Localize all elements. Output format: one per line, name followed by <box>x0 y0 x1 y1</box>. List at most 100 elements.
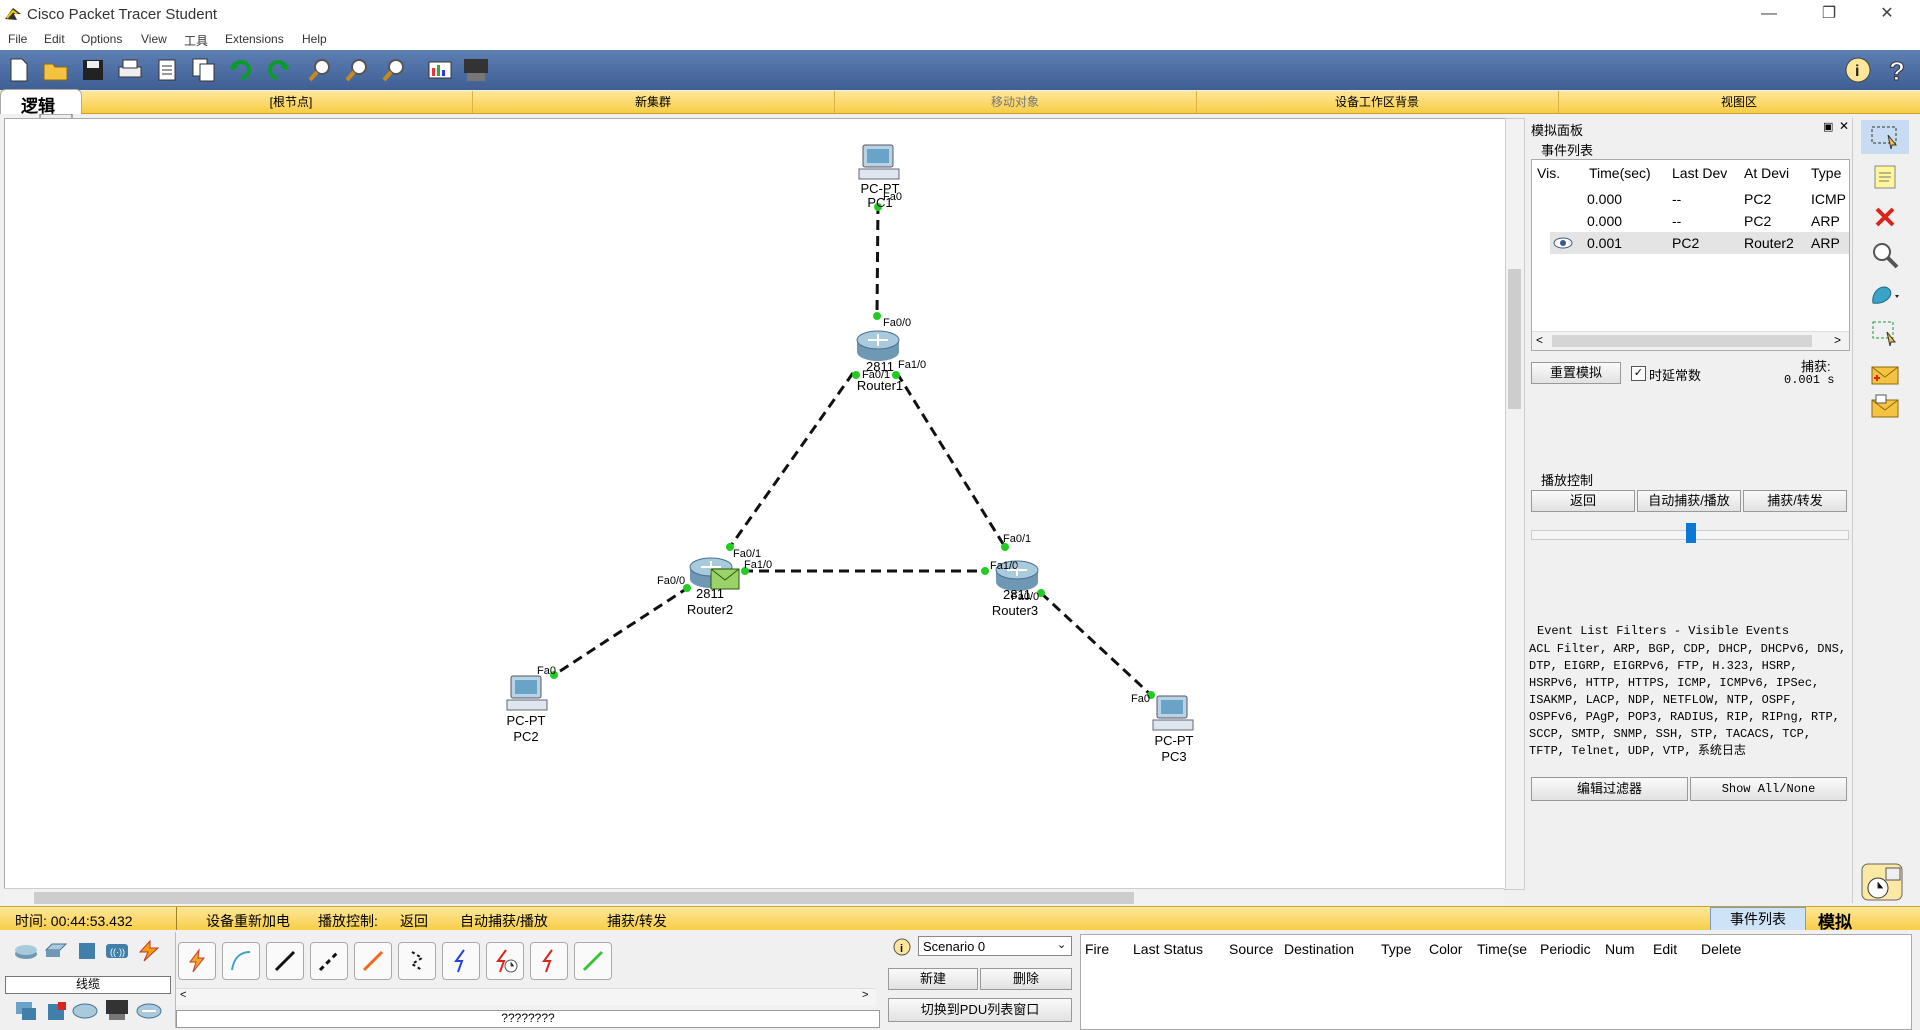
status-back-button[interactable]: 返回 <box>400 911 428 931</box>
menu-file[interactable]: File <box>8 32 27 46</box>
undock-icon[interactable]: ▣ <box>1823 120 1833 133</box>
scroll-left-arrow[interactable]: < <box>1536 333 1543 347</box>
event-table-scroll-thumb[interactable] <box>1552 335 1812 347</box>
close-window-button[interactable]: ✕ <box>1864 0 1910 30</box>
close-panel-icon[interactable]: ✕ <box>1839 119 1849 133</box>
new-file-icon[interactable] <box>5 56 33 84</box>
back-button[interactable]: 返回 <box>1531 490 1635 512</box>
auto-cable-icon[interactable] <box>178 942 216 980</box>
status-capture-forward-button[interactable]: 捕获/转发 <box>607 911 667 931</box>
slider-thumb[interactable] <box>1686 523 1696 543</box>
pc1-icon[interactable] <box>857 143 901 183</box>
table-row[interactable]: 0.001 PC2 Router2 ARP <box>1550 232 1849 254</box>
note-tool-icon[interactable] <box>1867 160 1903 194</box>
zoom-reset-icon[interactable] <box>343 56 371 84</box>
new-scenario-button[interactable]: 新建 <box>888 968 978 990</box>
new-cluster-button[interactable]: 新集群 <box>472 91 835 113</box>
serial-dce-cable-icon[interactable] <box>486 942 524 980</box>
cable-scroll-right[interactable]: > <box>862 989 868 1001</box>
redo-icon[interactable] <box>264 56 292 84</box>
open-folder-icon[interactable] <box>42 56 70 84</box>
table-row[interactable]: 0.000 -- PC2 ARP <box>1532 210 1849 232</box>
event-list-toggle[interactable]: 事件列表 <box>1710 907 1806 931</box>
end-devices-category-icon[interactable] <box>14 1000 38 1022</box>
straight-through-cable-icon[interactable] <box>266 942 304 980</box>
viewport-button[interactable]: 视图区 <box>1558 91 1920 113</box>
reset-simulation-button[interactable]: 重置模拟 <box>1531 362 1621 384</box>
octal-cable-icon[interactable] <box>574 942 612 980</box>
copy-icon[interactable] <box>190 56 218 84</box>
scenario-select[interactable]: Scenario 0 ⌄ <box>918 936 1072 956</box>
logical-workspace-tab[interactable]: 逻辑 <box>0 89 82 116</box>
add-simple-pdu-icon[interactable] <box>1867 358 1903 392</box>
power-cycle-button[interactable]: 设备重新加电 <box>206 911 290 931</box>
inspect-tool-icon[interactable] <box>1867 238 1903 272</box>
zoom-in-icon[interactable] <box>306 56 334 84</box>
activity-wizard-icon[interactable] <box>153 56 181 84</box>
menu-tools[interactable]: 工具 <box>184 32 208 49</box>
scenario-info-icon[interactable]: i <box>893 938 911 956</box>
coaxial-cable-icon[interactable] <box>442 942 480 980</box>
phone-cable-icon[interactable] <box>398 942 436 980</box>
menu-help[interactable]: Help <box>302 32 327 46</box>
pc2-icon[interactable] <box>505 674 549 714</box>
wireless-category-icon[interactable]: ((·)) <box>104 942 130 960</box>
info-icon[interactable]: i <box>1844 56 1872 84</box>
switch-category-icon[interactable] <box>44 942 68 960</box>
custom-devices-category-icon[interactable] <box>104 998 130 1022</box>
auto-capture-play-button[interactable]: 自动捕获/播放 <box>1637 490 1741 512</box>
toggle-pdu-list-button[interactable]: 切换到PDU列表窗口 <box>888 998 1072 1022</box>
move-object-button[interactable]: 移动对象 <box>834 91 1197 113</box>
restore-button[interactable]: ❐ <box>1806 0 1852 30</box>
simulation-mode-icon[interactable] <box>1858 860 1914 904</box>
menu-options[interactable]: Options <box>81 32 122 46</box>
zoom-out-icon[interactable] <box>380 56 408 84</box>
connections-category-icon[interactable] <box>136 939 162 962</box>
cable-scroll-left[interactable]: < <box>180 989 186 1001</box>
delete-tool-icon[interactable] <box>1867 200 1903 234</box>
hub-category-icon[interactable] <box>76 942 98 960</box>
crossover-cable-icon[interactable] <box>310 942 348 980</box>
help-icon[interactable]: ? <box>1884 56 1912 84</box>
pc3-icon[interactable] <box>1151 694 1195 734</box>
palette-icon[interactable] <box>426 56 454 84</box>
print-icon[interactable] <box>116 56 144 84</box>
edit-filters-button[interactable]: 编辑过滤器 <box>1531 777 1688 801</box>
status-auto-play-button[interactable]: 自动捕获/播放 <box>460 911 548 931</box>
router1-icon[interactable] <box>855 330 901 362</box>
resize-shape-icon[interactable] <box>1867 316 1903 350</box>
event-table-hscrollbar[interactable]: < > <box>1532 331 1849 350</box>
workspace-vertical-scrollbar[interactable] <box>1505 118 1525 890</box>
select-tool-icon[interactable] <box>1861 120 1909 154</box>
undo-icon[interactable] <box>227 56 255 84</box>
console-cable-icon[interactable] <box>222 942 260 980</box>
add-complex-pdu-icon[interactable] <box>1867 390 1903 424</box>
custom-device-icon[interactable] <box>462 56 490 84</box>
multiuser-category-icon[interactable] <box>136 1002 162 1020</box>
fiber-cable-icon[interactable] <box>354 942 392 980</box>
root-node-link[interactable]: [根节点] <box>110 91 473 113</box>
cable-list-scrollbar[interactable]: < > <box>176 988 876 1005</box>
vertical-scroll-thumb[interactable] <box>1508 269 1521 409</box>
show-all-none-button[interactable]: Show All/None <box>1690 777 1847 801</box>
menu-view[interactable]: View <box>141 32 167 46</box>
network-devices-category-icon[interactable] <box>14 942 38 960</box>
save-icon[interactable] <box>79 56 107 84</box>
components-category-icon[interactable] <box>46 1000 68 1022</box>
menu-extensions[interactable]: Extensions <box>225 32 284 46</box>
scroll-right-arrow[interactable]: > <box>1834 333 1841 347</box>
delay-constant-checkbox[interactable]: ✓ <box>1631 366 1646 381</box>
table-row[interactable]: 0.000 -- PC2 ICMP <box>1532 188 1849 210</box>
draw-shape-icon[interactable] <box>1867 278 1903 312</box>
playback-speed-slider[interactable] <box>1531 523 1849 543</box>
serial-dte-cable-icon[interactable] <box>530 942 568 980</box>
minimize-button[interactable]: — <box>1746 0 1792 30</box>
workspace-horizontal-scrollbar[interactable] <box>4 888 1504 907</box>
logical-workspace[interactable]: PC-PT PC1 Fa0 2811 Router1 Fa0/0 Fa0/1 F… <box>4 118 1506 890</box>
delete-scenario-button[interactable]: 删除 <box>980 968 1072 990</box>
horizontal-scroll-thumb[interactable] <box>34 892 1134 904</box>
menu-edit[interactable]: Edit <box>44 32 65 46</box>
wan-emulation-category-icon[interactable] <box>72 1002 98 1020</box>
workspace-background-button[interactable]: 设备工作区背景 <box>1196 91 1559 113</box>
capture-forward-button[interactable]: 捕获/转发 <box>1743 490 1847 512</box>
